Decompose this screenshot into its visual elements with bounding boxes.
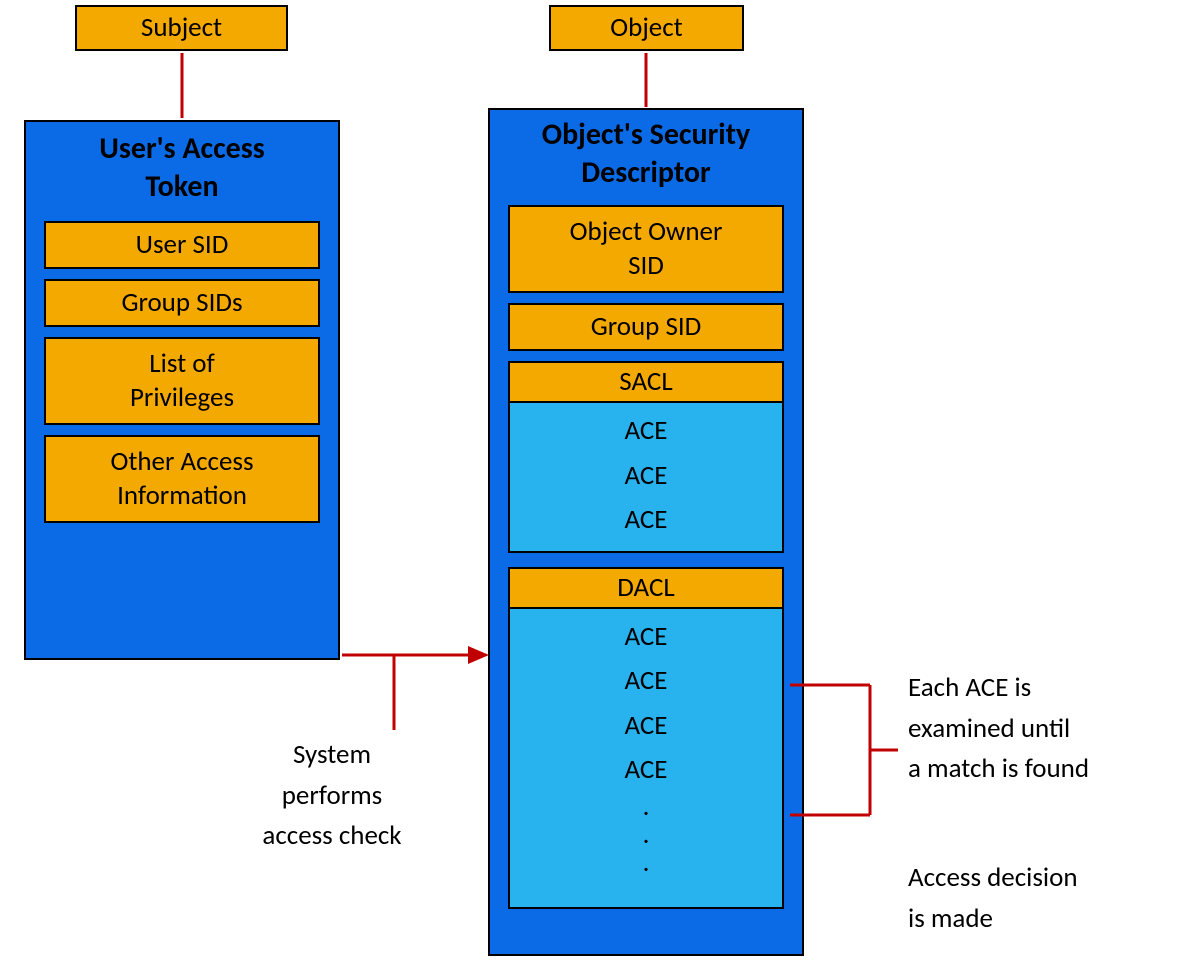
subject-label: Subject bbox=[141, 12, 222, 44]
access-token-title-l2: Token bbox=[26, 168, 338, 206]
sd-title-l1: Object's Security bbox=[490, 116, 802, 154]
note-dec-l1: Access decision bbox=[908, 858, 1198, 899]
note-decision: Access decision is made bbox=[908, 858, 1198, 939]
note-access-check: System performs access check bbox=[232, 735, 432, 857]
dacl-ace: ACE bbox=[510, 661, 782, 702]
row-other-l2: Information bbox=[117, 479, 247, 513]
access-token-box: User's Access Token User SID Group SIDs … bbox=[24, 120, 340, 660]
sacl-ace: ACE bbox=[510, 500, 782, 541]
note-ex-l3: a match is found bbox=[908, 749, 1198, 790]
dacl-ace: ACE bbox=[510, 706, 782, 747]
row-dacl-text: DACL bbox=[617, 571, 674, 605]
row-privileges: List of Privileges bbox=[44, 337, 320, 425]
dacl-dot: . bbox=[510, 823, 782, 847]
row-user-sid-text: User SID bbox=[136, 228, 229, 262]
row-group-sid: Group SID bbox=[508, 303, 784, 351]
row-object-owner: Object Owner SID bbox=[508, 205, 784, 293]
subject-label-box: Subject bbox=[75, 5, 288, 51]
row-dacl-header: DACL bbox=[508, 567, 784, 609]
sacl-entries: ACE ACE ACE bbox=[508, 403, 784, 553]
dacl-ace: ACE bbox=[510, 750, 782, 791]
dacl-dot: . bbox=[510, 851, 782, 875]
row-other-access: Other Access Information bbox=[44, 435, 320, 523]
row-sacl-header: SACL bbox=[508, 361, 784, 403]
object-label-box: Object bbox=[549, 5, 744, 51]
security-descriptor-box: Object's Security Descriptor Object Owne… bbox=[488, 108, 804, 956]
sacl-ace: ACE bbox=[510, 456, 782, 497]
row-other-l1: Other Access bbox=[110, 445, 253, 479]
row-priv-l1: List of bbox=[149, 347, 214, 381]
note-ex-l2: examined until bbox=[908, 709, 1198, 750]
note-ex-l1: Each ACE is bbox=[908, 668, 1198, 709]
access-token-title-l1: User's Access bbox=[26, 130, 338, 168]
row-priv-l2: Privileges bbox=[130, 381, 234, 415]
note-ac-l1: System bbox=[232, 735, 432, 776]
note-ac-l2: performs bbox=[232, 776, 432, 817]
row-owner-l1: Object Owner bbox=[570, 215, 723, 249]
row-group-sid-text: Group SID bbox=[591, 310, 702, 344]
row-owner-l2: SID bbox=[628, 249, 664, 283]
note-dec-l2: is made bbox=[908, 899, 1198, 940]
row-sacl-text: SACL bbox=[619, 365, 672, 399]
object-label: Object bbox=[610, 12, 682, 44]
sd-title-l2: Descriptor bbox=[490, 154, 802, 192]
dacl-dot: . bbox=[510, 795, 782, 819]
row-user-sid: User SID bbox=[44, 221, 320, 269]
row-group-sids: Group SIDs bbox=[44, 279, 320, 327]
dacl-entries: ACE ACE ACE ACE . . . bbox=[508, 609, 784, 909]
row-group-sids-text: Group SIDs bbox=[121, 286, 242, 320]
note-examined: Each ACE is examined until a match is fo… bbox=[908, 668, 1198, 790]
sacl-ace: ACE bbox=[510, 411, 782, 452]
access-token-title: User's Access Token bbox=[26, 130, 338, 205]
sd-title: Object's Security Descriptor bbox=[490, 116, 802, 191]
note-ac-l3: access check bbox=[232, 816, 432, 857]
dacl-ace: ACE bbox=[510, 617, 782, 658]
